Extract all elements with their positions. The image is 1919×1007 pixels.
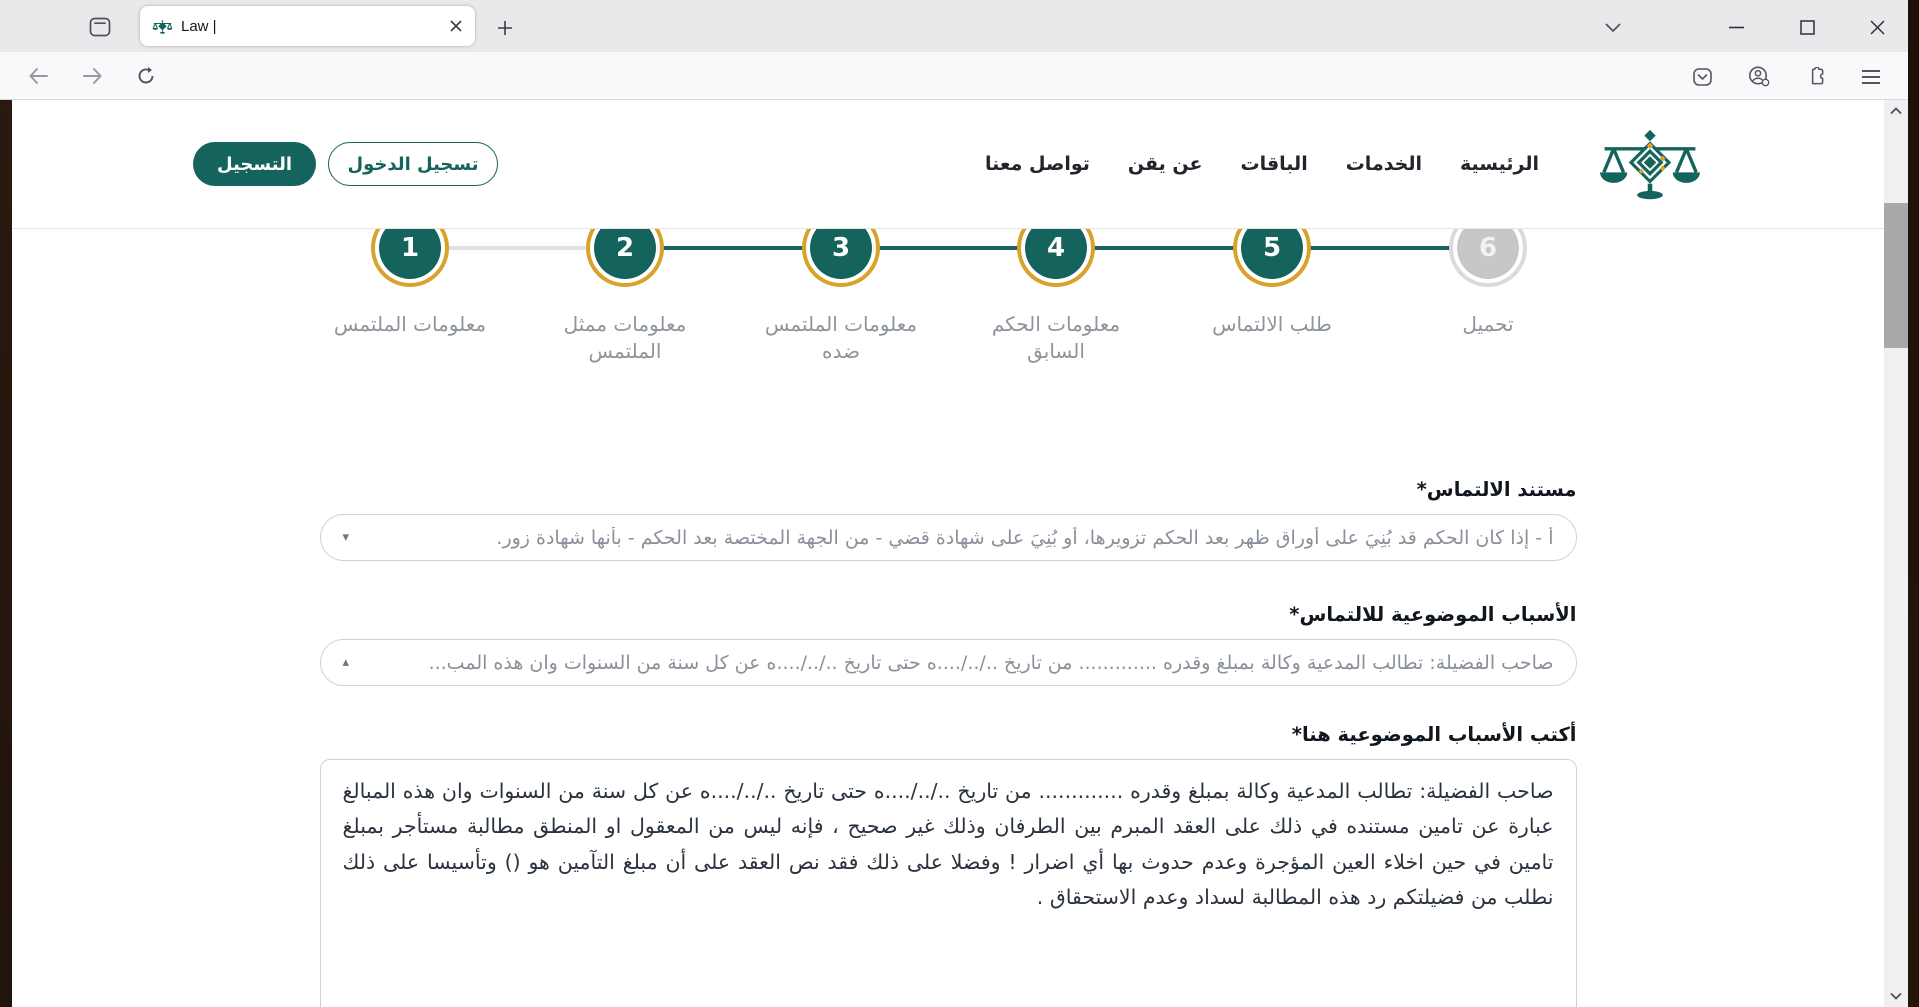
scrollbar-thumb[interactable] <box>1884 203 1908 348</box>
step-label-2: معلومات ممثلالملتمس <box>525 311 725 365</box>
menu-hamburger-icon[interactable] <box>1856 65 1886 89</box>
browser-tab[interactable]: Law | <box>140 6 475 46</box>
write-reasons-label: أكتب الأسباب الموضوعية هنا* <box>320 723 1577 746</box>
chevron-down-icon: ▾ <box>343 530 350 545</box>
scroll-down-icon[interactable] <box>1884 985 1908 1007</box>
nav-item-home[interactable]: الرئيسية <box>1460 153 1539 175</box>
step-circle-2[interactable]: 2 <box>586 229 664 287</box>
nav-item-packages[interactable]: الباقات <box>1241 153 1308 175</box>
step-label-1: معلومات الملتمس <box>310 311 510 338</box>
step-circle-5[interactable]: 5 <box>1233 229 1311 287</box>
petition-document-label: مستند الالتماس* <box>320 478 1577 501</box>
step-circle-6[interactable]: 6 <box>1449 229 1527 287</box>
new-tab-button[interactable] <box>492 16 518 40</box>
scroll-up-icon[interactable] <box>1884 100 1908 122</box>
step-label-5: طلب الالتماس <box>1172 311 1372 338</box>
tab-overview-icon[interactable] <box>86 15 114 39</box>
login-button[interactable]: تسجيل الدخول <box>328 142 498 186</box>
step-label-4: معلومات الحكمالسابق <box>956 311 1156 365</box>
reasons-textarea[interactable]: صاحب الفضيلة: تطالب المدعية وكالة بمبلغ … <box>320 759 1577 1007</box>
register-button[interactable]: التسجيل <box>193 142 316 186</box>
web-page: الرئيسية الخدمات الباقات عن يقن تواصل مع… <box>12 100 1884 1007</box>
objective-reasons-value: صاحب الفضيلة: تطالب المدعية وكالة بمبلغ … <box>363 652 1553 674</box>
nav-item-about[interactable]: عن يقن <box>1128 153 1203 175</box>
step-circle-3[interactable]: 3 <box>802 229 880 287</box>
page-viewport: الرئيسية الخدمات الباقات عن يقن تواصل مع… <box>0 100 1919 1007</box>
site-favicon <box>152 16 173 37</box>
minimize-button[interactable] <box>1720 14 1752 40</box>
account-icon[interactable] <box>1744 63 1774 90</box>
close-window-button[interactable] <box>1861 14 1893 40</box>
nav-item-services[interactable]: الخدمات <box>1346 153 1422 175</box>
chevron-up-icon: ▴ <box>343 655 350 670</box>
step-circle-1[interactable]: 1 <box>371 229 449 287</box>
objective-reasons-select[interactable]: صاحب الفضيلة: تطالب المدعية وكالة بمبلغ … <box>320 639 1577 686</box>
step-circle-4[interactable]: 4 <box>1017 229 1095 287</box>
site-logo[interactable] <box>1597 126 1703 202</box>
main-nav: الرئيسية الخدمات الباقات عن يقن تواصل مع… <box>985 153 1539 175</box>
step-label-6: تحميل <box>1388 311 1588 338</box>
tab-title: Law | <box>181 18 441 35</box>
petition-document-value: أ - إذا كان الحكم قد بُنِيَ على أوراق ظه… <box>363 527 1553 549</box>
window-titlebar: Law | <box>0 0 1908 52</box>
maximize-button[interactable] <box>1791 14 1823 40</box>
petition-document-select[interactable]: أ - إذا كان الحكم قد بُنِيَ على أوراق ظه… <box>320 514 1577 561</box>
nav-item-contact[interactable]: تواصل معنا <box>985 153 1090 175</box>
extensions-icon[interactable] <box>1801 63 1829 90</box>
desktop: Law | <box>0 0 1919 1007</box>
browser-toolbar: yaqn.sa/demo/forms-category/petition-for… <box>0 52 1908 100</box>
forward-button[interactable] <box>78 63 106 89</box>
form-stepper: 1 معلومات الملتمس 2 معلومات ممثلالملتمس … <box>12 229 1884 379</box>
page-scrollbar[interactable] <box>1884 100 1908 1007</box>
petition-form: مستند الالتماس* أ - إذا كان الحكم قد بُن… <box>320 478 1577 1007</box>
step-label-3: معلومات الملتمسضده <box>741 311 941 365</box>
tab-close-icon[interactable] <box>449 19 463 33</box>
pocket-icon[interactable] <box>1688 64 1716 90</box>
list-all-tabs-icon[interactable] <box>1598 17 1628 39</box>
site-header: الرئيسية الخدمات الباقات عن يقن تواصل مع… <box>12 100 1884 229</box>
back-button[interactable] <box>24 63 52 89</box>
objective-reasons-label: الأسباب الموضوعية للالتماس* <box>320 603 1577 626</box>
reload-button[interactable] <box>132 63 160 89</box>
